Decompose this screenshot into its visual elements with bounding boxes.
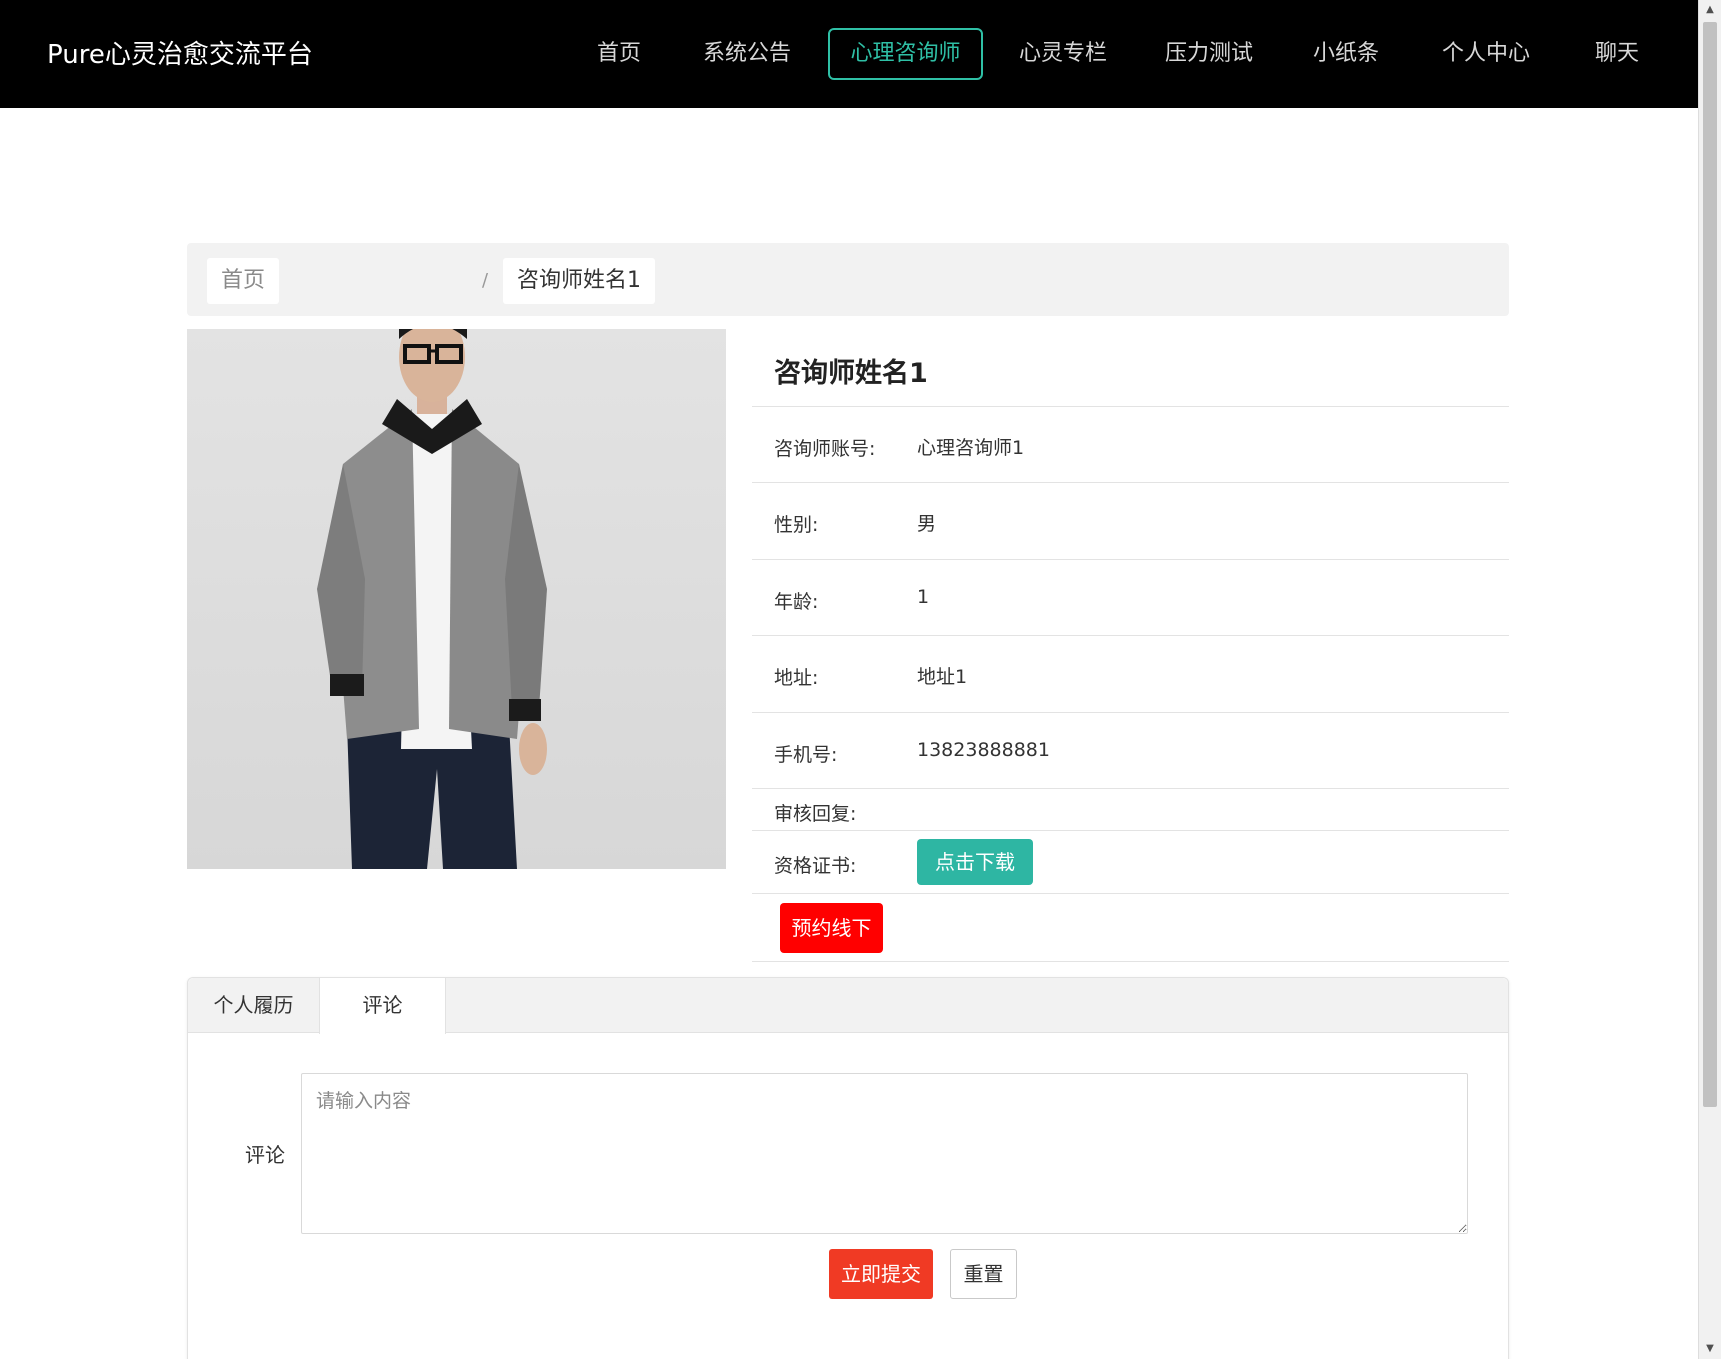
info-row-address: 地址: 地址1 [752, 635, 1509, 712]
field-label: 审核回复: [774, 803, 857, 825]
breadcrumb: 首页 / 咨询师姓名1 [187, 243, 1509, 316]
field-label: 手机号: [774, 744, 838, 766]
nav-stress-test[interactable]: 压力测试 [1159, 28, 1259, 80]
field-label: 性别: [774, 514, 819, 536]
info-row-gender: 性别: 男 [752, 482, 1509, 559]
submit-button[interactable]: 立即提交 [829, 1249, 933, 1299]
book-offline-button[interactable]: 预约线下 [780, 903, 883, 953]
field-value: 1 [917, 586, 930, 608]
nav-personal-center[interactable]: 个人中心 [1436, 28, 1536, 80]
nav-home[interactable]: 首页 [587, 28, 651, 80]
site-brand[interactable]: Pure心灵治愈交流平台 [47, 34, 313, 71]
tab-resume[interactable]: 个人履历 [188, 978, 319, 1033]
tab-bar: 个人履历 评论 [188, 978, 1508, 1034]
tab-comments[interactable]: 评论 [319, 978, 446, 1034]
breadcrumb-home[interactable]: 首页 [207, 258, 280, 304]
comment-input[interactable] [301, 1073, 1468, 1234]
field-value: 男 [917, 513, 937, 535]
info-row-booking: 预约线下 [752, 893, 1509, 962]
nav-notes[interactable]: 小纸条 [1306, 28, 1386, 80]
scroll-down-arrow-icon[interactable]: ▼ [1699, 1339, 1721, 1359]
nav-columns[interactable]: 心灵专栏 [1013, 28, 1113, 80]
field-value: 心理咨询师1 [917, 437, 1025, 459]
field-value: 地址1 [917, 666, 968, 688]
nav-announcements[interactable]: 系统公告 [697, 28, 797, 80]
counselor-name: 咨询师姓名1 [774, 358, 928, 389]
nav-counselors[interactable]: 心理咨询师 [828, 28, 983, 80]
field-value: 13823888881 [917, 739, 1050, 761]
info-row-certificate: 资格证书: 点击下载 [752, 830, 1509, 893]
counselor-photo [187, 329, 726, 869]
page-scrollbar[interactable]: ▲ ▼ [1698, 0, 1721, 1359]
info-row-age: 年龄: 1 [752, 559, 1509, 635]
field-label: 咨询师账号: [774, 438, 876, 460]
field-label: 资格证书: [774, 855, 857, 877]
field-label: 年龄: [774, 591, 819, 613]
comment-label: 评论 [245, 1143, 285, 1167]
reset-button[interactable]: 重置 [950, 1249, 1017, 1299]
info-row-phone: 手机号: 13823888881 [752, 712, 1509, 788]
breadcrumb-separator: / [482, 270, 489, 291]
info-row-account: 咨询师账号: 心理咨询师1 [752, 406, 1509, 482]
top-navbar: Pure心灵治愈交流平台 首页 系统公告 心理咨询师 心灵专栏 压力测试 小纸条… [0, 0, 1698, 108]
tabs-panel: 个人履历 评论 评论 立即提交 重置 [187, 977, 1509, 1359]
scroll-up-arrow-icon[interactable]: ▲ [1699, 0, 1721, 20]
person-figure-icon [317, 329, 547, 869]
info-row-review-reply: 审核回复: [752, 788, 1509, 830]
download-certificate-button[interactable]: 点击下载 [917, 839, 1033, 885]
nav-chat[interactable]: 聊天 [1585, 28, 1649, 80]
scrollbar-thumb[interactable] [1703, 22, 1717, 1107]
field-label: 地址: [774, 667, 819, 689]
breadcrumb-current: 咨询师姓名1 [503, 258, 655, 304]
